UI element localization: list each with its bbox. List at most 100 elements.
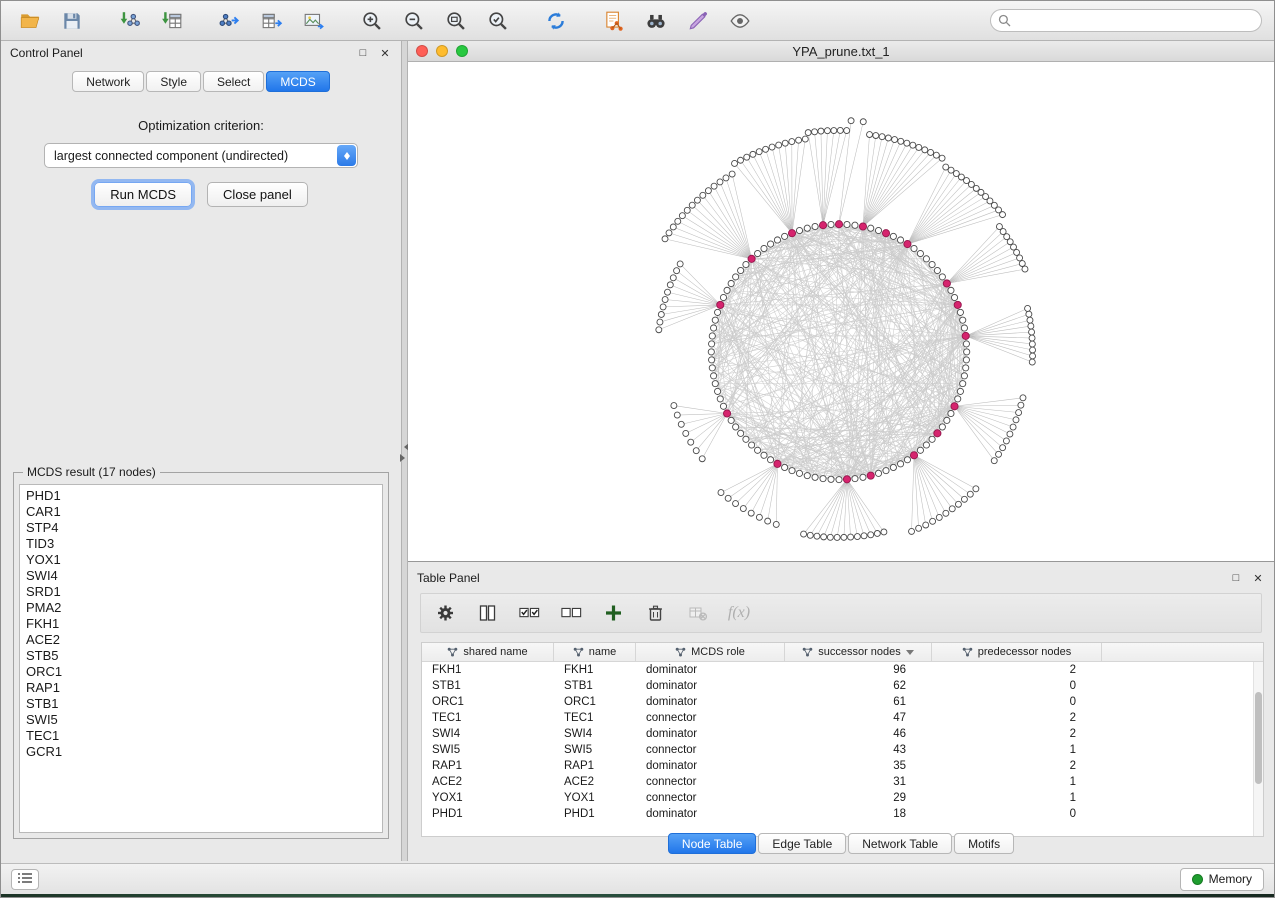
tab-edge-table[interactable]: Edge Table [758,833,846,854]
float-panel-icon[interactable]: □ [356,47,370,59]
cell-successor-nodes: 35 [785,760,932,772]
import-table-button[interactable] [155,6,189,36]
refresh-view-button[interactable] [539,6,573,36]
close-panel-icon[interactable]: ✕ [378,47,392,60]
zoom-selected-button[interactable] [481,6,515,36]
optimization-criterion-select[interactable]: largest connected component (undirected) [44,143,358,168]
mcds-result-title: MCDS result (17 nodes) [23,465,160,479]
close-window-button[interactable] [416,45,428,57]
tab-style[interactable]: Style [146,71,201,92]
run-mcds-button[interactable]: Run MCDS [94,182,192,207]
cell-predecessor-nodes: 0 [932,696,1102,708]
column-header-shared-name[interactable]: shared name [422,643,554,661]
table-row[interactable]: FKH1FKH1dominator962 [422,662,1263,678]
cell-predecessor-nodes: 2 [932,712,1102,724]
table-row[interactable]: YOX1YOX1connector291 [422,790,1263,806]
mcds-result-item[interactable]: PMA2 [26,600,376,616]
mcds-result-item[interactable]: FKH1 [26,616,376,632]
cell-shared-name: TEC1 [422,712,554,724]
mcds-result-item[interactable]: YOX1 [26,552,376,568]
search-input[interactable] [990,9,1262,32]
tab-select[interactable]: Select [203,71,264,92]
table-row[interactable]: PHD1PHD1dominator180 [422,806,1263,822]
open-session-button[interactable] [13,6,47,36]
table-row[interactable]: ACE2ACE2connector311 [422,774,1263,790]
tab-network-table[interactable]: Network Table [848,833,952,854]
delete-table-icon [687,603,708,623]
table-row[interactable]: STB1STB1dominator620 [422,678,1263,694]
network-graph[interactable] [408,62,1274,561]
select-all-rows-button[interactable] [517,599,541,627]
tab-mcds[interactable]: MCDS [266,71,329,92]
mcds-result-item[interactable]: ACE2 [26,632,376,648]
mcds-result-item[interactable]: ORC1 [26,664,376,680]
zoom-window-button[interactable] [456,45,468,57]
column-visibility-button[interactable] [475,599,499,627]
table-settings-button[interactable] [433,599,457,627]
tab-network[interactable]: Network [72,71,144,92]
table-scrollbar[interactable] [1253,662,1263,836]
mcds-result-item[interactable]: CAR1 [26,504,376,520]
save-session-icon [61,10,83,32]
cell-MCDS-role: connector [636,712,785,724]
mcds-result-item[interactable]: TEC1 [26,728,376,744]
scrollbar-thumb[interactable] [1255,692,1262,784]
delete-column-button[interactable] [643,599,667,627]
memory-button[interactable]: Memory [1180,868,1264,891]
mcds-result-item[interactable]: SWI5 [26,712,376,728]
network-titlebar[interactable]: YPA_prune.txt_1 [408,41,1274,62]
table-row[interactable]: TEC1TEC1connector472 [422,710,1263,726]
cell-MCDS-role: connector [636,776,785,788]
panel-splitter[interactable] [401,41,408,861]
export-image-button[interactable] [297,6,331,36]
tab-motifs[interactable]: Motifs [954,833,1014,854]
mcds-result-item[interactable]: RAP1 [26,680,376,696]
apply-style-button[interactable] [681,6,715,36]
column-header-predecessor-nodes[interactable]: predecessor nodes [932,643,1102,661]
mcds-result-item[interactable]: SRD1 [26,584,376,600]
mcds-result-list[interactable]: PHD1CAR1STP4TID3YOX1SWI4SRD1PMA2FKH1ACE2… [19,484,383,833]
close-panel-button[interactable]: Close panel [207,182,308,207]
network-from-selection-button[interactable] [597,6,631,36]
find-button[interactable] [639,6,673,36]
float-table-panel-icon[interactable]: □ [1229,572,1243,584]
save-session-button[interactable] [55,6,89,36]
table-row[interactable]: RAP1RAP1dominator352 [422,758,1263,774]
add-column-button[interactable] [601,599,625,627]
table-header-row: shared namenameMCDS rolesuccessor nodesp… [422,643,1263,662]
column-type-icon [447,647,458,657]
mcds-result-item[interactable]: SWI4 [26,568,376,584]
minimize-window-button[interactable] [436,45,448,57]
export-network-button[interactable] [213,6,247,36]
splitter-collapse-icons[interactable] [402,443,407,462]
column-header-name[interactable]: name [554,643,636,661]
close-table-panel-icon[interactable]: ✕ [1251,572,1265,585]
export-table-button[interactable] [255,6,289,36]
zoom-fit-button[interactable] [439,6,473,36]
cell-name: SWI4 [554,728,636,740]
column-visibility-icon [477,603,498,623]
deselect-all-rows-button[interactable] [559,599,583,627]
column-type-icon [802,647,813,657]
column-header-successor-nodes[interactable]: successor nodes [785,643,932,661]
import-network-button[interactable] [113,6,147,36]
column-type-icon [573,647,584,657]
zoom-out-button[interactable] [397,6,431,36]
show-graphics-button[interactable] [723,6,757,36]
mcds-result-item[interactable]: GCR1 [26,744,376,760]
network-view[interactable] [408,62,1274,561]
zoom-in-button[interactable] [355,6,389,36]
table-row[interactable]: ORC1ORC1dominator610 [422,694,1263,710]
mcds-result-item[interactable]: STP4 [26,520,376,536]
table-row[interactable]: SWI4SWI4dominator462 [422,726,1263,742]
mcds-result-item[interactable]: STB1 [26,696,376,712]
mcds-result-item[interactable]: PHD1 [26,488,376,504]
column-header-MCDS-role[interactable]: MCDS role [636,643,785,661]
table-row[interactable]: SWI5SWI5connector431 [422,742,1263,758]
mcds-result-item[interactable]: TID3 [26,536,376,552]
cell-MCDS-role: dominator [636,664,785,676]
tab-node-table[interactable]: Node Table [668,833,757,854]
import-network-icon [119,10,141,32]
mcds-result-item[interactable]: STB5 [26,648,376,664]
panel-menu-button[interactable] [11,869,39,890]
